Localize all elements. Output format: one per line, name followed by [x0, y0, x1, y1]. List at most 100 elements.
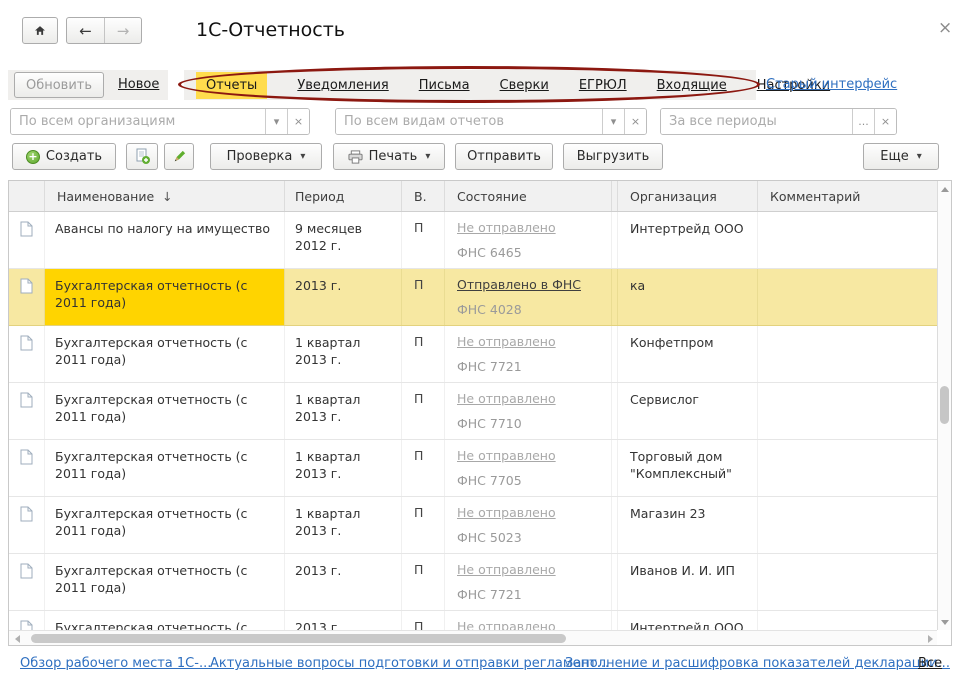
scroll-down-icon[interactable]	[941, 620, 949, 625]
period-filter: ... ×	[660, 108, 897, 135]
status-link[interactable]: Не отправлено	[457, 220, 556, 235]
copy-document-button[interactable]	[126, 143, 158, 170]
export-button[interactable]: Выгрузить	[563, 143, 663, 170]
row-organization-cell: Иванов И. И. ИП	[618, 554, 758, 610]
row-icon-cell	[9, 497, 45, 553]
document-icon	[20, 335, 33, 351]
row-comment-cell	[758, 212, 938, 268]
tab-notifications[interactable]: Уведомления	[297, 78, 388, 93]
row-v-cell: П	[402, 326, 445, 382]
footer-link-filling[interactable]: Заполнение и расшифровка показателей дек…	[565, 656, 950, 671]
vertical-scrollbar[interactable]	[937, 181, 951, 630]
tab-letters[interactable]: Письма	[419, 78, 470, 93]
row-name-cell: Бухгалтерская отчетность (с 2011 года)	[45, 383, 285, 439]
table-row[interactable]: Бухгалтерская отчетность (с 2011 года) 2…	[9, 611, 938, 631]
status-link[interactable]: Не отправлено	[457, 562, 556, 577]
clear-icon[interactable]: ×	[287, 109, 309, 134]
scroll-up-icon[interactable]	[941, 187, 949, 192]
footer-link-overview[interactable]: Обзор рабочего места 1С-...	[20, 656, 211, 671]
row-v-cell: П	[402, 269, 445, 325]
footer-link-all[interactable]: Все	[918, 656, 942, 671]
table-row[interactable]: Авансы по налогу на имущество 9 месяцев …	[9, 212, 938, 269]
organization-filter-input[interactable]	[11, 109, 265, 134]
clear-icon[interactable]: ×	[624, 109, 646, 134]
scroll-left-icon[interactable]	[15, 635, 20, 643]
row-organization-cell: Сервислог	[618, 383, 758, 439]
table-row[interactable]: Бухгалтерская отчетность (с 2011 года) 1…	[9, 326, 938, 383]
row-status-cell: Не отправлено ФНС 7721	[445, 611, 612, 631]
horizontal-scroll-thumb[interactable]	[31, 634, 566, 643]
row-v-cell: П	[402, 611, 445, 631]
vertical-scroll-thumb[interactable]	[940, 386, 949, 424]
edit-button[interactable]	[164, 143, 194, 170]
status-link[interactable]: Не отправлено	[457, 448, 556, 463]
sort-desc-icon: ↓	[162, 189, 172, 204]
row-organization-cell: Интертрейд ООО	[618, 611, 758, 631]
table-row[interactable]: Бухгалтерская отчетность (с 2011 года) 2…	[9, 554, 938, 611]
horizontal-scrollbar[interactable]	[9, 630, 937, 645]
tab-incoming[interactable]: Входящие	[657, 78, 727, 93]
row-organization-cell: Торговый дом "Комплексный"	[618, 440, 758, 496]
row-comment-cell	[758, 554, 938, 610]
column-header-comment[interactable]: Комментарий	[758, 181, 938, 211]
column-header-status[interactable]: Состояние	[445, 181, 612, 211]
ellipsis-icon[interactable]: ...	[852, 109, 874, 134]
status-link[interactable]: Отправлено в ФНС	[457, 277, 581, 292]
footer-link-questions[interactable]: Актуальные вопросы подготовки и отправки…	[210, 656, 609, 671]
fns-label: ФНС 7710	[457, 416, 611, 431]
row-name-cell: Бухгалтерская отчетность (с 2011 года)	[45, 497, 285, 553]
document-icon	[20, 563, 33, 579]
document-icon	[20, 449, 33, 465]
chevron-down-icon[interactable]: ▾	[265, 109, 287, 134]
table-row[interactable]: Бухгалтерская отчетность (с 2011 года) 1…	[9, 440, 938, 497]
row-comment-cell	[758, 383, 938, 439]
refresh-button[interactable]: Обновить	[14, 72, 104, 98]
print-button[interactable]: Печать ▾	[333, 143, 445, 170]
table-row[interactable]: Бухгалтерская отчетность (с 2011 года) 1…	[9, 497, 938, 554]
old-interface-link[interactable]: Старый интерфейс	[766, 77, 897, 92]
tab-reconciliation[interactable]: Сверки	[500, 78, 549, 93]
table-row[interactable]: Бухгалтерская отчетность (с 2011 года) 1…	[9, 383, 938, 440]
back-icon: ←	[79, 22, 92, 40]
home-icon	[35, 24, 45, 37]
column-header-icon[interactable]	[9, 181, 45, 211]
row-name-cell: Бухгалтерская отчетность (с 2011 года)	[45, 326, 285, 382]
back-button[interactable]: ←	[67, 18, 104, 43]
scroll-right-icon[interactable]	[928, 635, 933, 643]
column-header-period[interactable]: Период	[285, 181, 402, 211]
home-button[interactable]	[22, 17, 58, 44]
row-period-cell: 1 квартал 2013 г.	[285, 326, 402, 382]
copy-document-icon	[134, 148, 151, 165]
report-type-filter-input[interactable]	[336, 109, 602, 134]
tab-reports[interactable]: Отчеты	[196, 72, 267, 99]
period-filter-input[interactable]	[661, 109, 852, 134]
row-organization-cell: Магазин 23	[618, 497, 758, 553]
fns-label: ФНС 7705	[457, 473, 611, 488]
table-row[interactable]: Бухгалтерская отчетность (с 2011 года) 2…	[9, 269, 938, 326]
column-header-name[interactable]: Наименование↓	[45, 181, 285, 211]
row-comment-cell	[758, 611, 938, 631]
reports-table: Наименование↓ Период В. Состояние Органи…	[8, 180, 952, 646]
more-button-label: Еще	[880, 149, 908, 164]
row-comment-cell	[758, 326, 938, 382]
row-icon-cell	[9, 440, 45, 496]
status-link[interactable]: Не отправлено	[457, 505, 556, 520]
more-button[interactable]: Еще ▾	[863, 143, 939, 170]
column-header-v[interactable]: В.	[402, 181, 445, 211]
close-icon[interactable]: ×	[938, 18, 952, 38]
send-button[interactable]: Отправить	[455, 143, 553, 170]
status-link[interactable]: Не отправлено	[457, 391, 556, 406]
fns-label: ФНС 4028	[457, 302, 611, 317]
check-button[interactable]: Проверка ▾	[210, 143, 322, 170]
clear-icon[interactable]: ×	[874, 109, 896, 134]
row-period-cell: 1 квартал 2013 г.	[285, 440, 402, 496]
tab-egrul[interactable]: ЕГРЮЛ	[579, 78, 627, 93]
new-link[interactable]: Новое	[118, 77, 159, 92]
column-header-organization[interactable]: Организация	[618, 181, 758, 211]
chevron-down-icon: ▾	[300, 151, 305, 162]
status-link[interactable]: Не отправлено	[457, 334, 556, 349]
forward-button[interactable]: →	[104, 18, 141, 43]
chevron-down-icon[interactable]: ▾	[602, 109, 624, 134]
row-status-cell: Отправлено в ФНС ФНС 4028	[445, 269, 612, 325]
create-button[interactable]: + Создать	[12, 143, 116, 170]
